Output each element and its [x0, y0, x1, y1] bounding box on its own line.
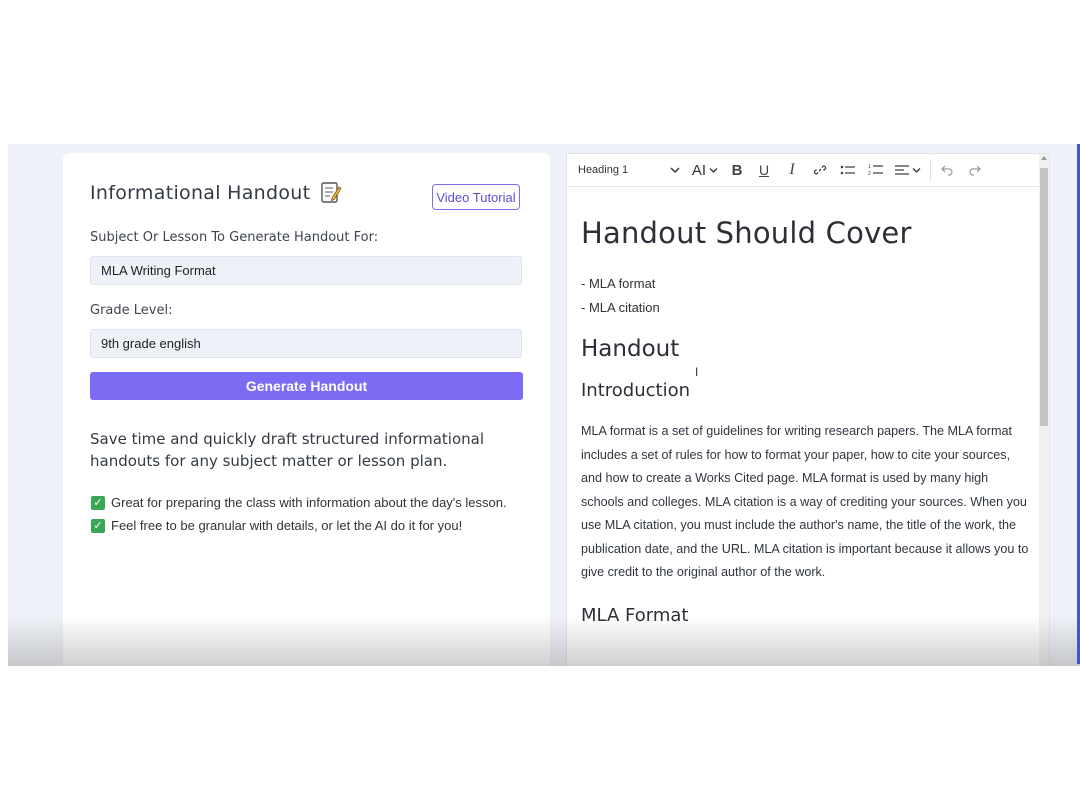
feature-item: ✓ Feel free to be granular with details,…	[91, 514, 541, 537]
grade-level-input[interactable]: 9th grade english	[90, 329, 522, 358]
underline-icon: U	[758, 162, 770, 178]
bulleted-list-icon	[840, 165, 855, 174]
editor-panel: Heading 1 AI B U I 12 Handout Should Cov…	[566, 153, 1050, 666]
feature-list: ✓ Great for preparing the class with inf…	[91, 491, 541, 537]
feature-item: ✓ Great for preparing the class with inf…	[91, 491, 541, 514]
font-size-icon: AI	[691, 161, 707, 179]
scroll-up-arrow-icon[interactable]	[1041, 156, 1047, 160]
editor-heading-introduction: Introduction	[581, 380, 691, 401]
chevron-down-icon	[709, 167, 718, 173]
redo-button[interactable]	[961, 158, 987, 182]
form-description: Save time and quickly draft structured i…	[90, 430, 485, 470]
editor-heading-2: Handout	[581, 336, 680, 362]
introduction-paragraph: MLA format is a set of guidelines for wr…	[581, 424, 1029, 579]
heading-select-value: Heading 1	[578, 164, 629, 176]
handout-form-card: Informational Handout Video Tutorial Sub…	[63, 153, 550, 666]
align-icon	[895, 165, 909, 175]
bulleted-list-button[interactable]	[834, 158, 862, 182]
svg-text:1: 1	[868, 164, 871, 170]
heading-select[interactable]: Heading 1	[578, 164, 680, 176]
subject-input[interactable]: MLA Writing Format	[90, 256, 522, 285]
editor-heading-mla-format: MLA Format	[581, 604, 689, 626]
form-title: Informational Handout	[90, 182, 311, 204]
toolbar-divider	[930, 159, 931, 181]
list-item: - MLA citation	[581, 300, 660, 315]
form-title-row: Informational Handout	[90, 181, 342, 205]
check-icon: ✓	[91, 518, 105, 533]
font-size-button[interactable]: AI	[686, 158, 724, 182]
align-button[interactable]	[890, 158, 926, 182]
handout-editor[interactable]: Handout Should Cover - MLA format - MLA …	[581, 186, 1029, 626]
numbered-list-icon: 12	[868, 164, 883, 177]
numbered-list-button[interactable]: 12	[862, 158, 890, 182]
undo-button[interactable]	[935, 158, 961, 182]
underline-button[interactable]: U	[750, 158, 778, 182]
redo-icon	[969, 165, 981, 176]
editor-scrollbar[interactable]	[1039, 154, 1049, 666]
italic-icon: I	[789, 161, 795, 178]
video-tutorial-button[interactable]: Video Tutorial	[432, 184, 520, 210]
link-button[interactable]	[806, 158, 834, 182]
feature-text: Feel free to be granular with details, o…	[111, 518, 463, 533]
link-icon	[813, 165, 827, 175]
coverage-list: - MLA format - MLA citation	[581, 272, 1029, 320]
generate-handout-button[interactable]: Generate Handout	[90, 372, 523, 400]
check-icon: ✓	[91, 495, 105, 510]
subject-label: Subject Or Lesson To Generate Handout Fo…	[90, 230, 379, 245]
chevron-down-icon	[912, 167, 921, 173]
bold-button[interactable]: B	[724, 158, 750, 182]
list-item: - MLA format	[581, 276, 656, 291]
feature-text: Great for preparing the class with infor…	[111, 495, 507, 510]
editor-heading-1: Handout Should Cover	[581, 216, 912, 250]
grade-label: Grade Level:	[90, 303, 173, 318]
text-cursor-icon: I	[695, 365, 699, 379]
scroll-thumb[interactable]	[1040, 168, 1048, 426]
memo-icon	[321, 182, 342, 203]
app-area: Informational Handout Video Tutorial Sub…	[8, 144, 1080, 666]
chevron-down-icon	[670, 167, 680, 173]
svg-text:2: 2	[868, 171, 871, 177]
undo-icon	[941, 165, 953, 176]
editor-toolbar: Heading 1 AI B U I 12	[567, 154, 1041, 187]
italic-button[interactable]: I	[778, 158, 806, 182]
bold-icon: B	[731, 161, 743, 179]
